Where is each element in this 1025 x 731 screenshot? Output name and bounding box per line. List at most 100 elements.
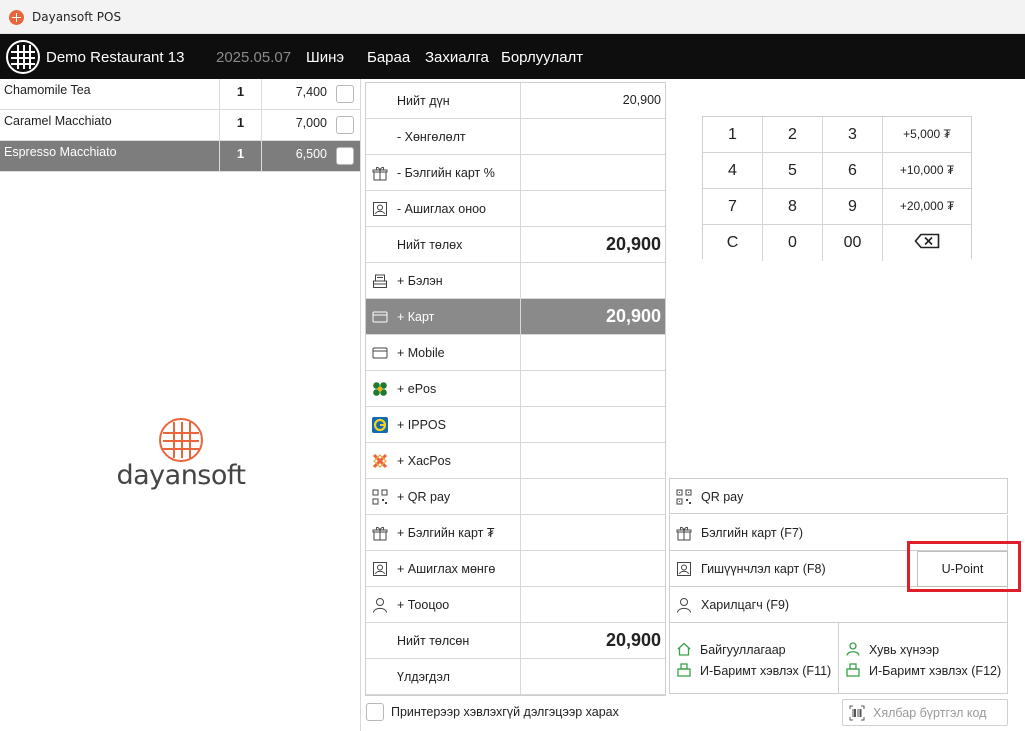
payment-amount[interactable] bbox=[522, 371, 661, 406]
keypad-key[interactable]: 5 bbox=[763, 153, 823, 189]
printer-icon bbox=[846, 663, 860, 677]
payment-amount[interactable] bbox=[522, 191, 661, 226]
payment-amount[interactable] bbox=[522, 515, 661, 550]
payment-label-cell: - Хөнгөлөлт bbox=[366, 119, 521, 154]
payment-amount[interactable] bbox=[522, 551, 661, 586]
payment-row[interactable]: - Бэлгийн карт % bbox=[366, 155, 665, 191]
xacpos-icon bbox=[372, 453, 388, 469]
easy-code-input[interactable]: Хялбар бүртгэл код bbox=[842, 699, 1008, 726]
ippos-icon bbox=[372, 417, 388, 433]
payment-row[interactable]: + Mobile bbox=[366, 335, 665, 371]
payment-row[interactable]: + Карт 20,900 bbox=[366, 299, 665, 335]
payment-amount[interactable] bbox=[522, 479, 661, 514]
menu-products[interactable]: Бараа bbox=[367, 49, 410, 66]
order-item-checkbox[interactable] bbox=[336, 85, 354, 103]
payment-amount[interactable]: 20,900 bbox=[522, 299, 661, 334]
payment-label-cell: + ePos bbox=[366, 371, 521, 406]
menu-new[interactable]: Шинэ bbox=[306, 49, 344, 66]
order-row[interactable]: Caramel Macchiato 1 7,000 bbox=[0, 110, 360, 141]
easy-code-placeholder: Хялбар бүртгэл код bbox=[873, 706, 987, 720]
backspace-key[interactable] bbox=[883, 225, 971, 261]
payment-row[interactable]: + QR pay bbox=[366, 479, 665, 515]
keypad-key[interactable]: 7 bbox=[703, 189, 763, 225]
menu-orders[interactable]: Захиалга bbox=[425, 49, 489, 66]
payment-amount[interactable] bbox=[522, 335, 661, 370]
receipt-person-button[interactable]: Хувь хүнээр И-Баримт хэвлэх (F12) bbox=[838, 622, 1008, 694]
payment-amount[interactable] bbox=[522, 263, 661, 298]
payment-row[interactable]: + Тооцоо bbox=[366, 587, 665, 623]
payment-label: Нийт дүн bbox=[397, 94, 450, 108]
payment-row[interactable]: + Бэлгийн карт ₮ bbox=[366, 515, 665, 551]
gift-icon bbox=[676, 526, 692, 541]
payment-label: - Бэлгийн карт % bbox=[397, 166, 495, 180]
keypad-key[interactable]: 3 bbox=[823, 117, 883, 153]
payment-amount[interactable] bbox=[522, 119, 661, 154]
payment-label: + ePos bbox=[397, 382, 437, 396]
gift-icon bbox=[372, 526, 388, 541]
order-item-name: Chamomile Tea bbox=[4, 83, 91, 97]
qr-pay-button[interactable]: QR pay bbox=[669, 478, 1008, 514]
brand-globe-icon[interactable] bbox=[6, 40, 40, 74]
keypad-key[interactable]: 4 bbox=[703, 153, 763, 189]
payment-label: + Ашиглах мөнгө bbox=[397, 562, 496, 576]
keypad-key[interactable]: 00 bbox=[823, 225, 883, 261]
payment-amount[interactable]: 20,900 bbox=[522, 83, 661, 118]
customer-button[interactable]: Харилцагч (F9) bbox=[669, 587, 1008, 623]
keypad-key[interactable]: 9 bbox=[823, 189, 883, 225]
quick-amount-key[interactable]: +20,000 ₮ bbox=[883, 189, 971, 225]
keypad-key[interactable]: 0 bbox=[763, 225, 823, 261]
order-item-name: Caramel Macchiato bbox=[4, 114, 112, 128]
payment-row[interactable]: - Ашиглах оноо bbox=[366, 191, 665, 227]
highlight-box bbox=[907, 541, 1021, 592]
payment-label-cell: + Бэлгийн карт ₮ bbox=[366, 515, 521, 550]
backspace-icon bbox=[914, 233, 940, 249]
receipt-organization-button[interactable]: Байгууллагаар И-Баримт хэвлэх (F11) bbox=[669, 622, 839, 694]
payment-amount[interactable] bbox=[522, 587, 661, 622]
payment-amount[interactable]: 20,900 bbox=[522, 623, 661, 658]
payment-amount[interactable] bbox=[522, 443, 661, 478]
order-item-checkbox[interactable] bbox=[336, 147, 354, 165]
payment-row[interactable]: + XacPos bbox=[366, 443, 665, 479]
payment-amount[interactable] bbox=[522, 155, 661, 190]
payment-label: + Бэлгийн карт ₮ bbox=[397, 526, 495, 540]
payment-amount[interactable]: 20,900 bbox=[522, 227, 661, 262]
order-row-selected[interactable]: Espresso Macchiato 1 6,500 bbox=[0, 141, 360, 172]
payment-label-cell: + IPPOS bbox=[366, 407, 521, 442]
payment-row[interactable]: + IPPOS bbox=[366, 407, 665, 443]
qr-icon bbox=[372, 489, 388, 505]
receipt-org-print: И-Баримт хэвлэх (F11) bbox=[700, 664, 832, 678]
quick-amount-key[interactable]: +10,000 ₮ bbox=[883, 153, 971, 189]
order-item-qty[interactable]: 1 bbox=[219, 79, 261, 109]
payment-row[interactable]: Үлдэгдэл bbox=[366, 659, 665, 695]
no-print-checkbox[interactable] bbox=[366, 703, 384, 721]
person-icon bbox=[846, 642, 860, 656]
keypad-key[interactable]: C bbox=[703, 225, 763, 261]
payment-row[interactable]: + ePos bbox=[366, 371, 665, 407]
menu-sales[interactable]: Борлуулалт bbox=[501, 49, 583, 66]
payment-row[interactable]: Нийт дүн 20,900 bbox=[366, 83, 665, 119]
option-label: Бэлгийн карт (F7) bbox=[701, 526, 803, 540]
payment-row[interactable]: + Ашиглах мөнгө bbox=[366, 551, 665, 587]
order-item-checkbox[interactable] bbox=[336, 116, 354, 134]
payment-row[interactable]: + Бэлэн bbox=[366, 263, 665, 299]
payment-amount[interactable] bbox=[522, 407, 661, 442]
keypad-key[interactable]: 2 bbox=[763, 117, 823, 153]
order-row[interactable]: Chamomile Tea 1 7,400 bbox=[0, 79, 360, 110]
order-item-qty[interactable]: 1 bbox=[219, 110, 261, 140]
keypad-key[interactable]: 6 bbox=[823, 153, 883, 189]
order-item-price: 7,000 bbox=[261, 110, 330, 140]
payment-amount[interactable] bbox=[522, 659, 661, 694]
order-item-qty[interactable]: 1 bbox=[219, 141, 261, 171]
payment-label: + Карт bbox=[397, 310, 435, 324]
payment-row[interactable]: Нийт төлсөн 20,900 bbox=[366, 623, 665, 659]
payment-row[interactable]: Нийт төлөх 20,900 bbox=[366, 227, 665, 263]
member-card-icon bbox=[677, 562, 691, 576]
epos-icon bbox=[373, 382, 387, 396]
quick-amount-key[interactable]: +5,000 ₮ bbox=[883, 117, 971, 153]
payment-row[interactable]: - Хөнгөлөлт bbox=[366, 119, 665, 155]
dayansoft-globe-icon bbox=[159, 418, 203, 462]
keypad-key[interactable]: 8 bbox=[763, 189, 823, 225]
payment-label-cell: - Ашиглах оноо bbox=[366, 191, 521, 226]
no-print-label[interactable]: Принтерээр хэвлэхгүй дэлгэцээр харах bbox=[391, 705, 619, 719]
keypad-key[interactable]: 1 bbox=[703, 117, 763, 153]
